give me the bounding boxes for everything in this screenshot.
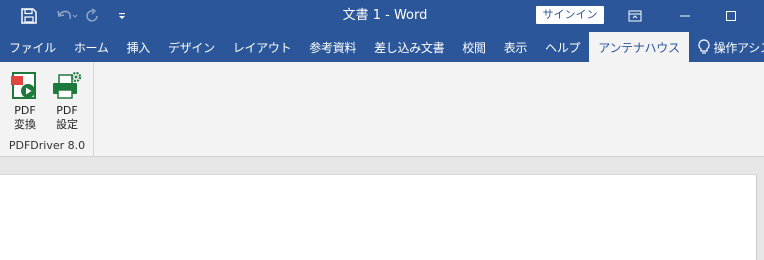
tab-antenna-house[interactable]: アンテナハウス bbox=[589, 32, 689, 62]
tab-home[interactable]: ホーム bbox=[65, 32, 118, 62]
quick-access-toolbar bbox=[0, 0, 134, 32]
tab-tell-me-label: 操作アシス bbox=[713, 40, 764, 55]
document-title: 文書 1 - Word bbox=[342, 8, 428, 23]
pdf-convert-label-line2: 変換 bbox=[14, 118, 36, 131]
customize-qat-button[interactable] bbox=[110, 0, 134, 32]
pdf-convert-icon bbox=[6, 68, 44, 104]
pdf-convert-button[interactable]: PDF 変換 bbox=[6, 68, 44, 132]
ribbon-display-icon bbox=[628, 10, 642, 22]
pdf-settings-label-line1: PDF bbox=[56, 104, 78, 117]
document-area bbox=[0, 157, 764, 260]
tab-view[interactable]: 表示 bbox=[495, 32, 536, 62]
pdf-settings-icon bbox=[48, 68, 86, 104]
pdf-settings-label-line2: 設定 bbox=[56, 118, 78, 131]
minimize-button[interactable] bbox=[662, 0, 708, 32]
chevron-down-icon bbox=[119, 13, 125, 19]
tab-tell-me[interactable]: 操作アシス bbox=[689, 32, 764, 62]
group-label: PDFDriver 8.0 bbox=[8, 139, 86, 152]
tab-design[interactable]: デザイン bbox=[159, 32, 224, 62]
maximize-button[interactable] bbox=[708, 0, 754, 32]
lightbulb-icon bbox=[698, 39, 710, 55]
tab-references[interactable]: 参考資料 bbox=[300, 32, 365, 62]
save-button[interactable] bbox=[14, 0, 44, 32]
signin-button[interactable]: サインイン bbox=[536, 6, 604, 24]
tab-mailings[interactable]: 差し込み文書 bbox=[365, 32, 453, 62]
tab-file[interactable]: ファイル bbox=[0, 32, 65, 62]
undo-button[interactable] bbox=[52, 0, 82, 32]
pdfdriver-group: PDF 変換 PDF 設定 PDFDriver 8.0 bbox=[0, 62, 94, 157]
pdf-convert-label-line1: PDF bbox=[14, 104, 36, 117]
minimize-icon bbox=[680, 15, 690, 17]
tab-insert[interactable]: 挿入 bbox=[118, 32, 159, 62]
ribbon-tabs: ファイル ホーム 挿入 デザイン レイアウト 参考資料 差し込み文書 校閲 表示… bbox=[0, 32, 764, 62]
redo-button[interactable] bbox=[82, 0, 104, 32]
document-page[interactable] bbox=[0, 174, 757, 260]
maximize-icon bbox=[726, 11, 736, 21]
tab-layout[interactable]: レイアウト bbox=[224, 32, 301, 62]
tab-review[interactable]: 校閲 bbox=[453, 32, 494, 62]
ribbon: PDF 変換 PDF 設定 PDFDriver 8.0 bbox=[0, 62, 764, 157]
tab-help[interactable]: ヘルプ bbox=[536, 32, 589, 62]
redo-icon bbox=[86, 8, 98, 22]
pdf-settings-button[interactable]: PDF 設定 bbox=[48, 68, 86, 132]
title-bar: 文書 1 - Word サインイン bbox=[0, 0, 764, 32]
undo-icon bbox=[57, 10, 78, 20]
save-icon bbox=[21, 8, 37, 24]
ribbon-display-options-button[interactable] bbox=[612, 0, 658, 32]
